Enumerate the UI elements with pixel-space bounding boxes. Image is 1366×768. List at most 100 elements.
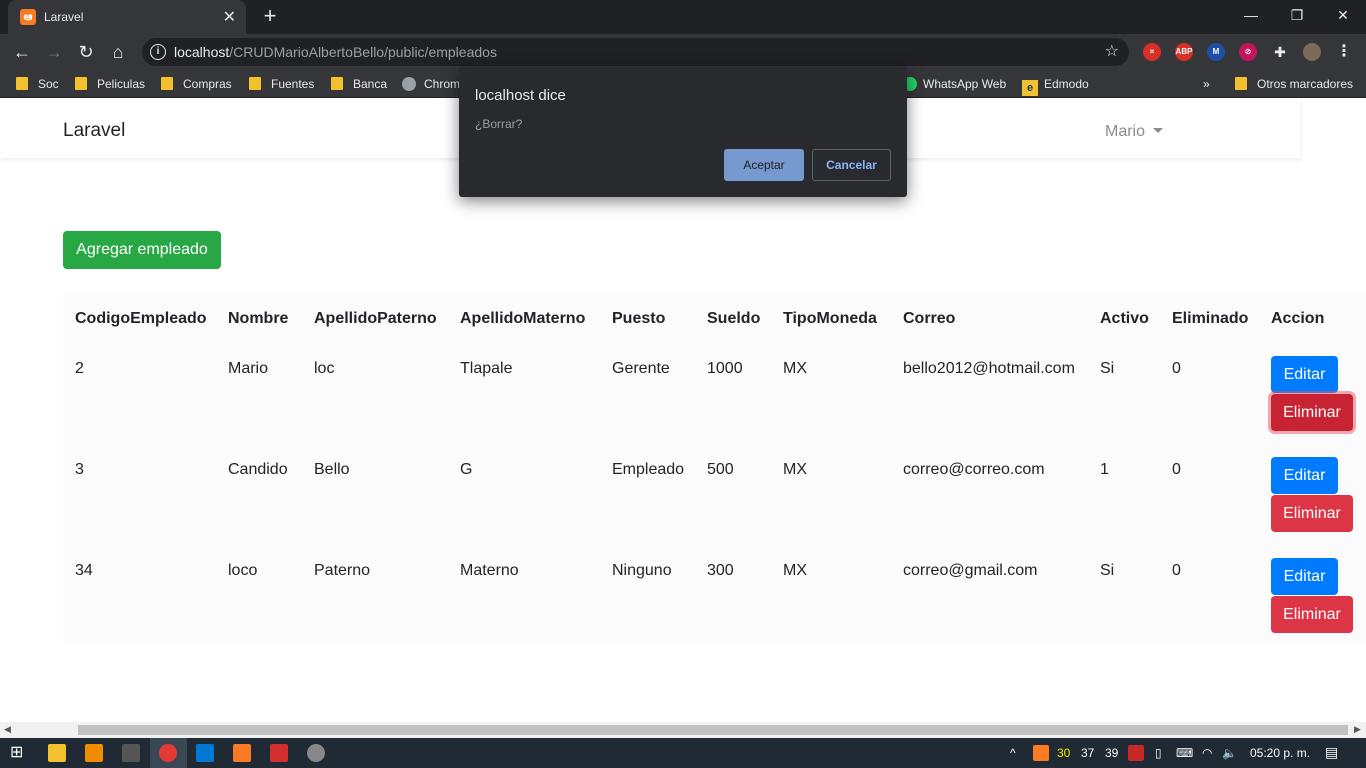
windows-taskbar: ⊞ ^ 30 37 39 ▯ ⌨ ◠ 🔈 05:20 p. m. ▤ bbox=[0, 738, 1366, 768]
folder-icon bbox=[331, 77, 343, 90]
bookmark-soc[interactable]: Soc bbox=[16, 76, 59, 92]
user-dropdown[interactable]: Mario bbox=[1105, 123, 1164, 141]
usb-icon[interactable]: ▯ bbox=[1155, 746, 1162, 760]
table-cell: loc bbox=[314, 360, 335, 377]
header-apellido-paterno: ApellidoPaterno bbox=[314, 310, 437, 327]
table-cell: Materno bbox=[460, 562, 519, 579]
cancel-button[interactable]: Cancelar bbox=[812, 149, 891, 181]
header-codigo: CodigoEmpleado bbox=[75, 310, 207, 327]
table-cell: 500 bbox=[707, 461, 734, 478]
table-cell: 300 bbox=[707, 562, 734, 579]
extensions-puzzle-icon[interactable]: ✚ bbox=[1271, 43, 1289, 61]
dialog-message: ¿Borrar? bbox=[475, 117, 523, 131]
media-player-icon[interactable] bbox=[85, 744, 103, 762]
tab-title: Laravel bbox=[44, 10, 84, 24]
clock[interactable]: 05:20 p. m. bbox=[1250, 746, 1310, 760]
antivirus-icon[interactable] bbox=[1128, 745, 1144, 761]
wifi-icon[interactable]: ◠ bbox=[1202, 746, 1212, 760]
table-cell: Bello bbox=[314, 461, 350, 478]
reload-icon[interactable]: ↻ bbox=[74, 40, 98, 64]
table-cell: G bbox=[460, 461, 473, 478]
folder-icon bbox=[1235, 77, 1247, 90]
confirm-dialog: localhost dice ¿Borrar? Aceptar Cancelar bbox=[459, 67, 907, 197]
header-accion: Accion bbox=[1271, 310, 1325, 327]
close-tab-icon[interactable]: ✕ bbox=[223, 7, 236, 27]
add-employee-button[interactable]: Agregar empleado bbox=[63, 231, 221, 269]
bookmark-chrome[interactable]: Chrom bbox=[402, 76, 460, 92]
accept-button[interactable]: Aceptar bbox=[724, 149, 804, 181]
bookmark-star-icon[interactable]: ☆ bbox=[1105, 38, 1119, 66]
edit-button[interactable]: Editar bbox=[1271, 356, 1338, 393]
file-explorer-icon[interactable] bbox=[48, 744, 66, 762]
header-correo: Correo bbox=[903, 310, 956, 327]
folder-icon bbox=[249, 77, 261, 90]
scrollbar-thumb[interactable] bbox=[78, 725, 1348, 735]
table-cell: 2 bbox=[75, 360, 84, 377]
new-tab-button[interactable]: + bbox=[258, 4, 282, 28]
table-cell: 0 bbox=[1172, 461, 1181, 478]
brand-link[interactable]: Laravel bbox=[63, 120, 125, 142]
table-cell: MX bbox=[783, 360, 807, 377]
edit-button[interactable]: Editar bbox=[1271, 558, 1338, 595]
bookmark-otros[interactable]: Otros marcadores bbox=[1235, 76, 1353, 92]
address-bar[interactable]: i localhost/CRUDMarioAlbertoBello/public… bbox=[142, 38, 1129, 66]
table-cell: Tlapale bbox=[460, 360, 513, 377]
browser-tab[interactable]: ఆ Laravel ✕ bbox=[8, 0, 246, 34]
vscode-icon[interactable] bbox=[196, 744, 214, 762]
extension-m-icon[interactable]: M bbox=[1207, 43, 1225, 61]
close-window-button[interactable]: ✕ bbox=[1320, 0, 1366, 30]
video-editor-icon[interactable] bbox=[122, 744, 140, 762]
tray-chevron-icon[interactable]: ^ bbox=[1010, 746, 1016, 760]
table-cell: MX bbox=[783, 562, 807, 579]
extension-pink-icon[interactable]: ⊘ bbox=[1239, 43, 1257, 61]
more-bookmarks-button[interactable]: » bbox=[1203, 76, 1210, 92]
chrome-icon[interactable] bbox=[159, 744, 177, 762]
table-cell: Mario bbox=[228, 360, 269, 377]
delete-button[interactable]: Eliminar bbox=[1271, 394, 1353, 431]
home-icon[interactable]: ⌂ bbox=[106, 40, 130, 64]
table-cell: loco bbox=[228, 562, 258, 579]
delete-button[interactable]: Eliminar bbox=[1271, 495, 1353, 532]
restore-button[interactable]: ❐ bbox=[1274, 0, 1320, 30]
folder-icon bbox=[75, 77, 87, 90]
bookmark-edmodo[interactable]: e Edmodo bbox=[1022, 76, 1089, 96]
delete-button[interactable]: Eliminar bbox=[1271, 596, 1353, 633]
table-cell: Paterno bbox=[314, 562, 371, 579]
table-cell: 0 bbox=[1172, 562, 1181, 579]
table-cell: Candido bbox=[228, 461, 288, 478]
dialog-title: localhost dice bbox=[475, 87, 566, 104]
bookmark-banca[interactable]: Banca bbox=[331, 76, 387, 92]
header-tipo-moneda: TipoMoneda bbox=[783, 310, 877, 327]
site-info-icon[interactable]: i bbox=[150, 44, 166, 60]
windows-start-icon[interactable]: ⊞ bbox=[10, 744, 28, 762]
edit-button[interactable]: Editar bbox=[1271, 457, 1338, 494]
horizontal-scrollbar[interactable]: ◀ ▶ bbox=[0, 722, 1366, 738]
scroll-right-icon[interactable]: ▶ bbox=[1354, 724, 1361, 735]
profile-avatar[interactable] bbox=[1303, 43, 1321, 61]
scroll-left-icon[interactable]: ◀ bbox=[4, 724, 11, 735]
bookmark-whatsapp[interactable]: WhatsApp Web bbox=[903, 76, 1006, 92]
app-icon[interactable] bbox=[307, 744, 325, 762]
table-cell: Si bbox=[1100, 562, 1115, 579]
forward-icon[interactable]: → bbox=[42, 40, 66, 64]
xampp-tray-icon[interactable] bbox=[1033, 745, 1049, 761]
tray-counter: 37 bbox=[1081, 746, 1095, 760]
table-cell: Si bbox=[1100, 360, 1115, 377]
notifications-icon[interactable]: ▤ bbox=[1325, 744, 1338, 761]
volume-icon[interactable]: 🔈 bbox=[1222, 746, 1237, 760]
bookmark-compras[interactable]: Compras bbox=[161, 76, 232, 92]
globe-icon bbox=[402, 77, 416, 91]
menu-kebab-icon[interactable]: ⋮ bbox=[1335, 43, 1353, 61]
minimize-button[interactable]: — bbox=[1228, 0, 1274, 30]
caret-down-icon bbox=[1153, 128, 1164, 133]
extension-red-icon[interactable]: × bbox=[1143, 43, 1161, 61]
pdf-reader-icon[interactable] bbox=[270, 744, 288, 762]
adblock-plus-icon[interactable]: ABP bbox=[1175, 43, 1193, 61]
table-cell: Empleado bbox=[612, 461, 685, 478]
xampp-icon[interactable] bbox=[233, 744, 251, 762]
bookmark-peliculas[interactable]: Peliculas bbox=[75, 76, 145, 92]
bookmark-fuentes[interactable]: Fuentes bbox=[249, 76, 314, 92]
keyboard-icon[interactable]: ⌨ bbox=[1176, 746, 1193, 760]
header-activo: Activo bbox=[1100, 310, 1149, 327]
back-icon[interactable]: ← bbox=[10, 40, 34, 64]
